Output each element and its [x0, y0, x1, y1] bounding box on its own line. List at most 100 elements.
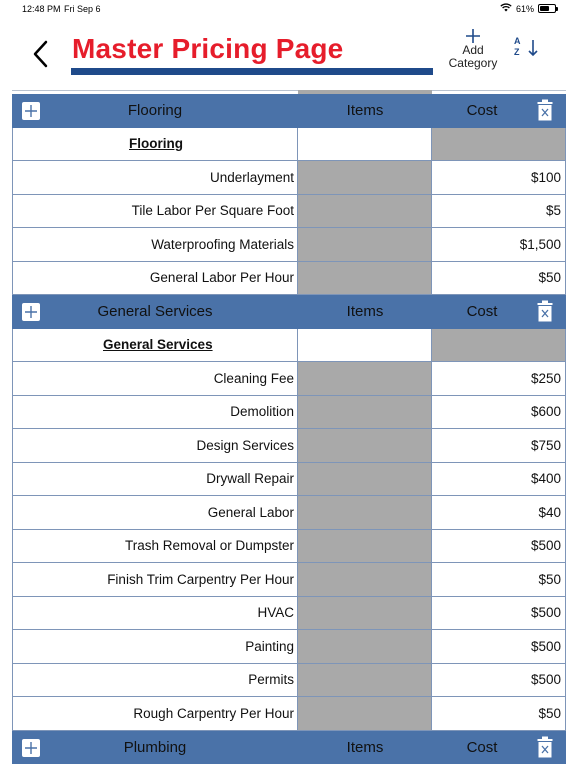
trash-icon — [537, 99, 553, 121]
column-header-cost: Cost — [466, 303, 498, 321]
category-header: Plumbing Items Cost — [12, 730, 566, 764]
items-cell[interactable] — [298, 496, 432, 529]
item-name: Rough Carpentry Per Hour — [12, 697, 298, 730]
items-cell[interactable] — [298, 261, 432, 294]
item-cost[interactable]: $400 — [432, 462, 566, 495]
category-subheading-row: General Services — [12, 328, 566, 362]
table-row[interactable]: Design Services $750 — [12, 429, 566, 463]
table-row[interactable]: Underlayment $100 — [12, 161, 566, 195]
column-header-cost: Cost — [466, 738, 498, 756]
table-row[interactable]: Trash Removal or Dumpster $500 — [12, 529, 566, 563]
delete-category-button[interactable] — [537, 300, 553, 322]
item-name: Permits — [12, 663, 298, 696]
title-underline — [71, 68, 433, 75]
item-cost[interactable]: $500 — [432, 630, 566, 663]
item-cost[interactable]: $100 — [432, 161, 566, 194]
item-name: Waterproofing Materials — [12, 228, 298, 261]
items-cell[interactable] — [298, 630, 432, 663]
column-header-items: Items — [346, 303, 384, 321]
items-cell — [298, 127, 432, 160]
table-row[interactable]: Permits $500 — [12, 663, 566, 697]
table-row[interactable]: General Labor $40 — [12, 496, 566, 530]
item-name: Cleaning Fee — [12, 362, 298, 395]
table-row[interactable]: Tile Labor Per Square Foot $5 — [12, 194, 566, 228]
item-name: Finish Trim Carpentry Per Hour — [12, 563, 298, 596]
item-cost[interactable]: $1,500 — [432, 228, 566, 261]
column-header-items: Items — [346, 738, 384, 756]
table-row[interactable]: Waterproofing Materials $1,500 — [12, 228, 566, 262]
item-cost[interactable]: $50 — [432, 563, 566, 596]
item-name: General Labor — [12, 496, 298, 529]
table-row[interactable]: General Labor Per Hour $50 — [12, 261, 566, 295]
trash-icon — [537, 736, 553, 757]
category-header: General Services Items Cost — [12, 295, 566, 329]
items-cell[interactable] — [298, 228, 432, 261]
add-category-button[interactable]: Add Category — [444, 28, 502, 70]
column-header-cost: Cost — [466, 102, 498, 120]
arrow-down-icon — [528, 40, 538, 57]
status-time: 12:48 PM — [22, 4, 61, 14]
item-name: Trash Removal or Dumpster — [12, 529, 298, 562]
category-name: Flooring — [127, 102, 183, 120]
battery-fill — [540, 6, 549, 11]
table-row[interactable]: Painting $500 — [12, 630, 566, 664]
delete-category-button[interactable] — [537, 99, 553, 121]
item-name: Underlayment — [12, 161, 298, 194]
items-cell[interactable] — [298, 194, 432, 227]
trash-icon — [537, 300, 553, 322]
header-divider — [12, 90, 566, 91]
sort-az-button[interactable]: A Z — [514, 36, 542, 62]
status-indicators: 61% — [500, 3, 558, 14]
items-cell[interactable] — [298, 161, 432, 194]
delete-category-button[interactable] — [537, 736, 553, 758]
battery-icon — [538, 4, 558, 13]
item-cost[interactable]: $600 — [432, 395, 566, 428]
table-row[interactable]: Demolition $600 — [12, 395, 566, 429]
table-row[interactable]: HVAC $500 — [12, 596, 566, 630]
status-bar: 12:48 PM Fri Sep 6 61% — [0, 0, 576, 18]
items-cell[interactable] — [298, 362, 432, 395]
item-cost[interactable]: $750 — [432, 429, 566, 462]
item-cost[interactable]: $5 — [432, 194, 566, 227]
category-name: Plumbing — [123, 738, 187, 756]
table-row[interactable]: Drywall Repair $400 — [12, 462, 566, 496]
back-button[interactable] — [28, 34, 54, 74]
item-cost[interactable]: $500 — [432, 663, 566, 696]
items-cell — [298, 328, 432, 361]
item-name: Tile Labor Per Square Foot — [12, 194, 298, 227]
items-cell[interactable] — [298, 462, 432, 495]
item-cost[interactable]: $500 — [432, 596, 566, 629]
items-cell[interactable] — [298, 663, 432, 696]
items-cell[interactable] — [298, 563, 432, 596]
item-cost[interactable]: $250 — [432, 362, 566, 395]
table-row[interactable]: Rough Carpentry Per Hour $50 — [12, 697, 566, 731]
items-cell[interactable] — [298, 429, 432, 462]
cost-cell — [432, 127, 566, 160]
status-date: Fri Sep 6 — [64, 4, 101, 14]
cost-cell — [432, 328, 566, 361]
battery-percent: 61% — [515, 3, 534, 14]
table-row[interactable]: Finish Trim Carpentry Per Hour $50 — [12, 563, 566, 597]
chevron-left-icon — [33, 40, 48, 68]
sort-az-icon: A Z — [514, 36, 521, 57]
item-cost[interactable]: $500 — [432, 529, 566, 562]
category-subheading: General Services — [103, 337, 213, 353]
table-row[interactable]: Cleaning Fee $250 — [12, 362, 566, 396]
wifi-icon — [500, 3, 512, 14]
item-name: Drywall Repair — [12, 462, 298, 495]
column-header-items: Items — [346, 102, 384, 120]
add-category-label-line2: Category — [448, 56, 498, 70]
items-cell[interactable] — [298, 697, 432, 730]
category-name: General Services — [97, 303, 213, 321]
item-name: HVAC — [12, 596, 298, 629]
item-cost[interactable]: $40 — [432, 496, 566, 529]
item-cost[interactable]: $50 — [432, 261, 566, 294]
items-cell[interactable] — [298, 596, 432, 629]
category-subheading: Flooring — [129, 136, 183, 152]
category-subheading-row: Flooring — [12, 127, 566, 161]
items-cell[interactable] — [298, 395, 432, 428]
page-title: Master Pricing Page — [72, 33, 344, 64]
item-name: General Labor Per Hour — [12, 261, 298, 294]
item-cost[interactable]: $50 — [432, 697, 566, 730]
items-cell[interactable] — [298, 529, 432, 562]
